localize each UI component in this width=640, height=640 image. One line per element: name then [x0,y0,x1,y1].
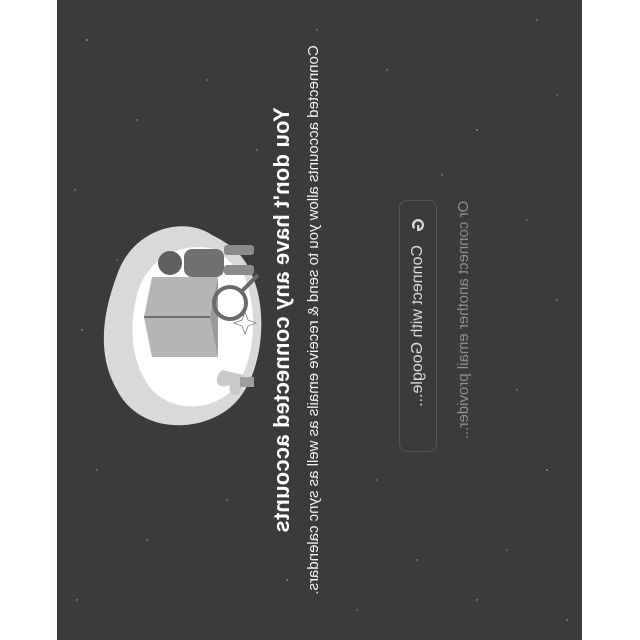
connect-google-button[interactable]: Connect with Google... [399,200,437,452]
connect-google-label: Connect with Google... [409,245,426,407]
person-with-book-illustration [103,226,262,426]
screen: You don't have any connected accounts Co… [0,0,640,640]
connect-other-provider-link[interactable]: Or connect another email provider... [455,0,472,640]
empty-state-content: You don't have any connected accounts Co… [57,0,582,640]
page-subtitle: Connected accounts allow you to send & r… [305,45,322,595]
connected-accounts-panel: You don't have any connected accounts Co… [57,0,582,640]
google-g-icon [412,219,424,231]
page-title: You don't have any connected accounts [269,107,294,533]
